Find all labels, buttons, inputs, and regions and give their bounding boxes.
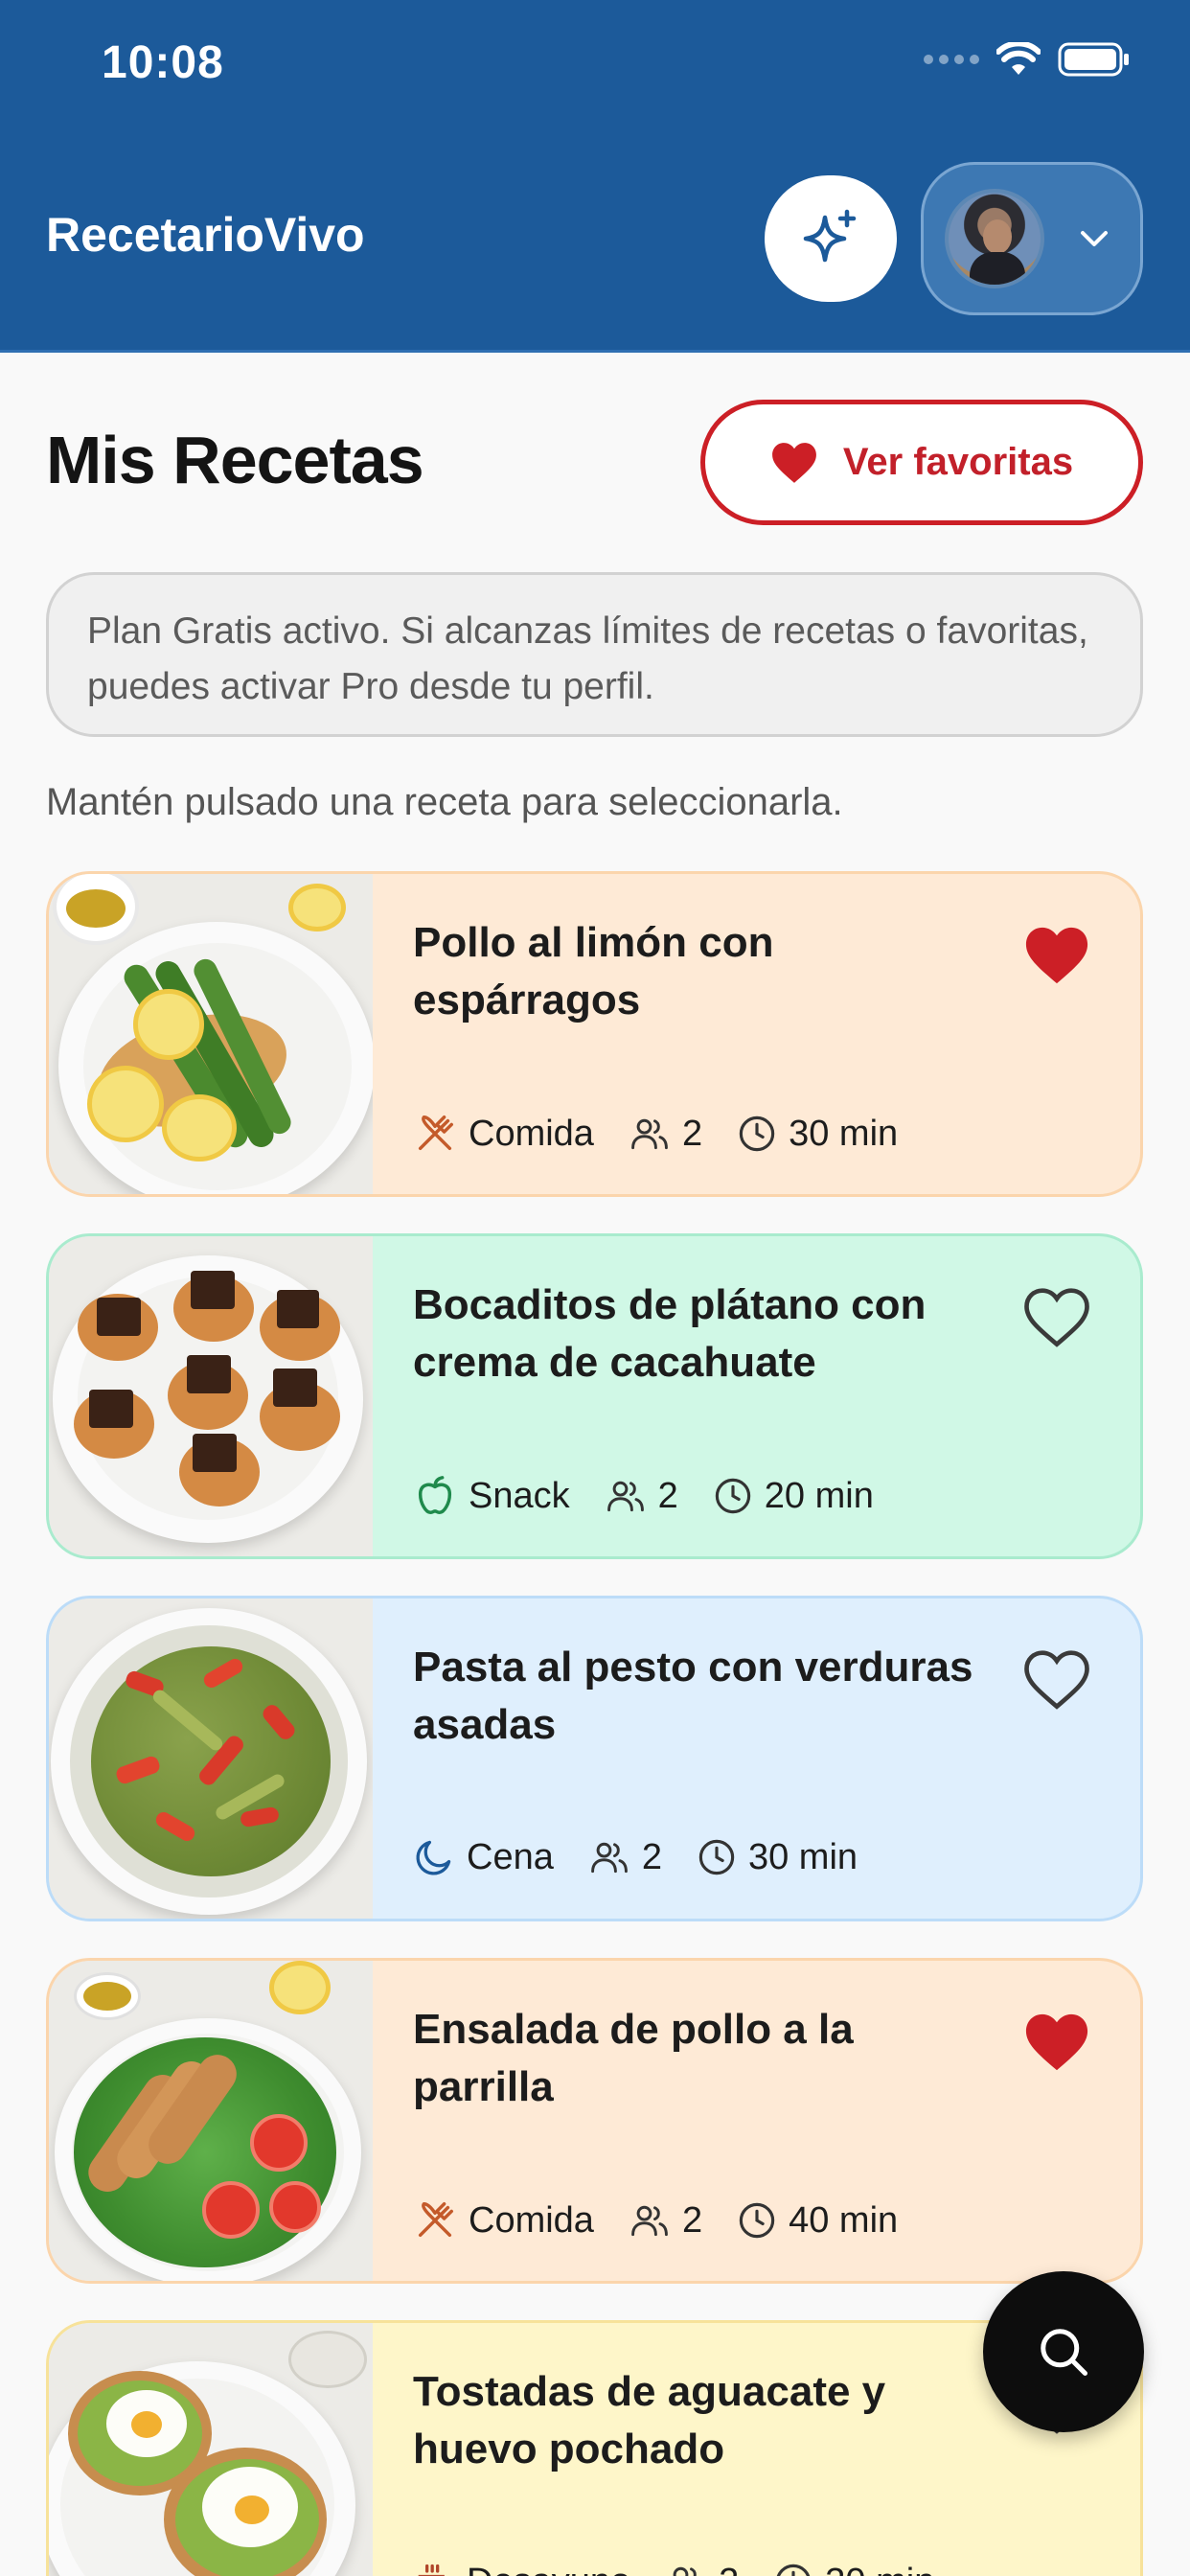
servings-label: 2 (719, 2562, 739, 2576)
servings-label: 2 (681, 1113, 703, 1154)
servings-label: 2 (657, 1475, 678, 1516)
recipe-card[interactable]: Pasta al pesto con verduras asadas Cena … (46, 1596, 1143, 1921)
recipe-image (49, 2323, 373, 2576)
avatar (945, 189, 1044, 288)
meta-time: 30 min (737, 1114, 898, 1155)
utensils-crossed-icon (418, 2202, 453, 2238)
heart-outline-icon[interactable] (1023, 1286, 1090, 1349)
recipe-card-body: Ensalada de pollo a la parrilla Comida 2 (373, 1961, 1140, 2281)
recipe-image (49, 1236, 373, 1556)
clock-icon (715, 1478, 750, 1514)
apple-icon (418, 1476, 452, 1514)
utensils-crossed-icon (418, 1116, 453, 1151)
heart-filled-icon[interactable] (1023, 924, 1090, 987)
recipe-card[interactable]: Tostadas de aguacate y huevo pochado Des… (46, 2320, 1143, 2576)
recipe-card-body: Bocaditos de plátano con crema de cacahu… (373, 1236, 1140, 1556)
meta-category: Comida (413, 2198, 594, 2242)
clock-icon (698, 1839, 735, 1875)
heart-filled-icon[interactable] (1023, 2011, 1090, 2074)
heart-outline-icon[interactable] (1023, 1648, 1090, 1712)
recipe-image (49, 874, 373, 1194)
category-label: Comida (469, 2199, 594, 2241)
chevron-down-icon (1081, 231, 1108, 246)
recipe-card[interactable]: Bocaditos de plátano con crema de cacahu… (46, 1233, 1143, 1559)
servings-label: 2 (681, 2199, 703, 2241)
recipe-card-body: Pasta al pesto con verduras asadas Cena … (373, 1598, 1140, 1919)
view-favorites-label: Ver favoritas (842, 441, 1074, 483)
time-label: 30 min (747, 1836, 858, 1877)
recipe-card[interactable]: Pollo al limón con espárragos Comida 2 3… (46, 871, 1143, 1197)
recipe-title: Bocaditos de plátano con crema de cacahu… (413, 1281, 927, 1386)
category-label: Cena (467, 1836, 554, 1877)
users-icon (631, 1118, 668, 1150)
screen: 10:08 RecetarioVivo Mis Recetas Ver favo… (0, 0, 1190, 2576)
signal-icon (924, 55, 979, 64)
profile-menu-button[interactable] (921, 162, 1143, 315)
meta-category: Comida (413, 1112, 594, 1156)
plan-notice: Plan Gratis activo. Si alcanzas límites … (46, 572, 1143, 737)
page-title: Mis Recetas (46, 423, 424, 497)
category-label: Desayuno (467, 2562, 630, 2576)
meta-time: 30 min (773, 2562, 934, 2576)
sparkle-icon (803, 209, 857, 263)
recipe-title: Tostadas de aguacate y huevo pochado (413, 2368, 886, 2472)
meta-time: 30 min (697, 1837, 858, 1878)
recipe-title: Pasta al pesto con verduras asadas (413, 1644, 973, 1748)
category-label: Snack (469, 1475, 570, 1516)
app-title: RecetarioVivo (46, 208, 365, 262)
time-label: 30 min (789, 1113, 899, 1154)
recipe-meta: Comida 2 40 min (413, 2198, 932, 2242)
battery-icon (1058, 42, 1129, 77)
wifi-icon (996, 42, 1041, 75)
recipe-title: Pollo al limón con espárragos (413, 919, 774, 1024)
view-favorites-button[interactable]: Ver favoritas (700, 400, 1143, 525)
meta-servings: 2 (629, 1113, 702, 1155)
recipe-meta: Snack 2 20 min (413, 1474, 908, 1518)
recipe-card-body: Pollo al limón con espárragos Comida 2 3… (373, 874, 1140, 1194)
recipe-image (49, 1598, 373, 1919)
meta-category: Desayuno (413, 2561, 630, 2576)
recipe-meta: Cena 2 30 min (413, 1836, 892, 1878)
meta-servings: 2 (629, 2199, 702, 2242)
meta-category: Cena (413, 1836, 554, 1878)
meta-servings: 2 (588, 1836, 662, 1878)
meta-time: 20 min (713, 1476, 874, 1517)
heart-icon (772, 442, 816, 483)
recipe-title: Ensalada de pollo a la parrilla (413, 2006, 854, 2110)
meta-servings: 2 (665, 2561, 739, 2576)
recipe-image (49, 1961, 373, 2281)
users-icon (673, 2566, 697, 2576)
users-icon (606, 1481, 644, 1512)
ai-sparkle-button[interactable] (765, 175, 897, 302)
coffee-icon (418, 2564, 445, 2576)
clock-icon (777, 2564, 811, 2576)
time-label: 20 min (764, 1475, 874, 1516)
clock-icon (739, 1116, 775, 1152)
meta-servings: 2 (605, 1475, 678, 1517)
search-icon (1041, 2329, 1087, 2376)
recipe-card[interactable]: Ensalada de pollo a la parrilla Comida 2 (46, 1958, 1143, 2284)
status-icons (924, 42, 1131, 77)
users-icon (590, 1842, 628, 1874)
users-icon (631, 2205, 668, 2237)
moon-icon (416, 1840, 451, 1875)
recipe-meta: Desayuno 2 30 min (413, 2561, 969, 2576)
status-time: 10:08 (102, 37, 224, 88)
hint-text: Mantén pulsado una receta para seleccion… (46, 781, 843, 823)
meta-category: Snack (413, 1474, 570, 1518)
search-fab-button[interactable] (983, 2271, 1144, 2432)
servings-label: 2 (641, 1836, 662, 1877)
clock-icon (739, 2202, 775, 2239)
time-label: 30 min (825, 2562, 934, 2576)
category-label: Comida (469, 1113, 594, 1154)
app-header: 10:08 RecetarioVivo (0, 0, 1190, 353)
meta-time: 40 min (737, 2200, 898, 2242)
recipe-meta: Comida 2 30 min (413, 1112, 932, 1156)
time-label: 40 min (789, 2199, 899, 2241)
